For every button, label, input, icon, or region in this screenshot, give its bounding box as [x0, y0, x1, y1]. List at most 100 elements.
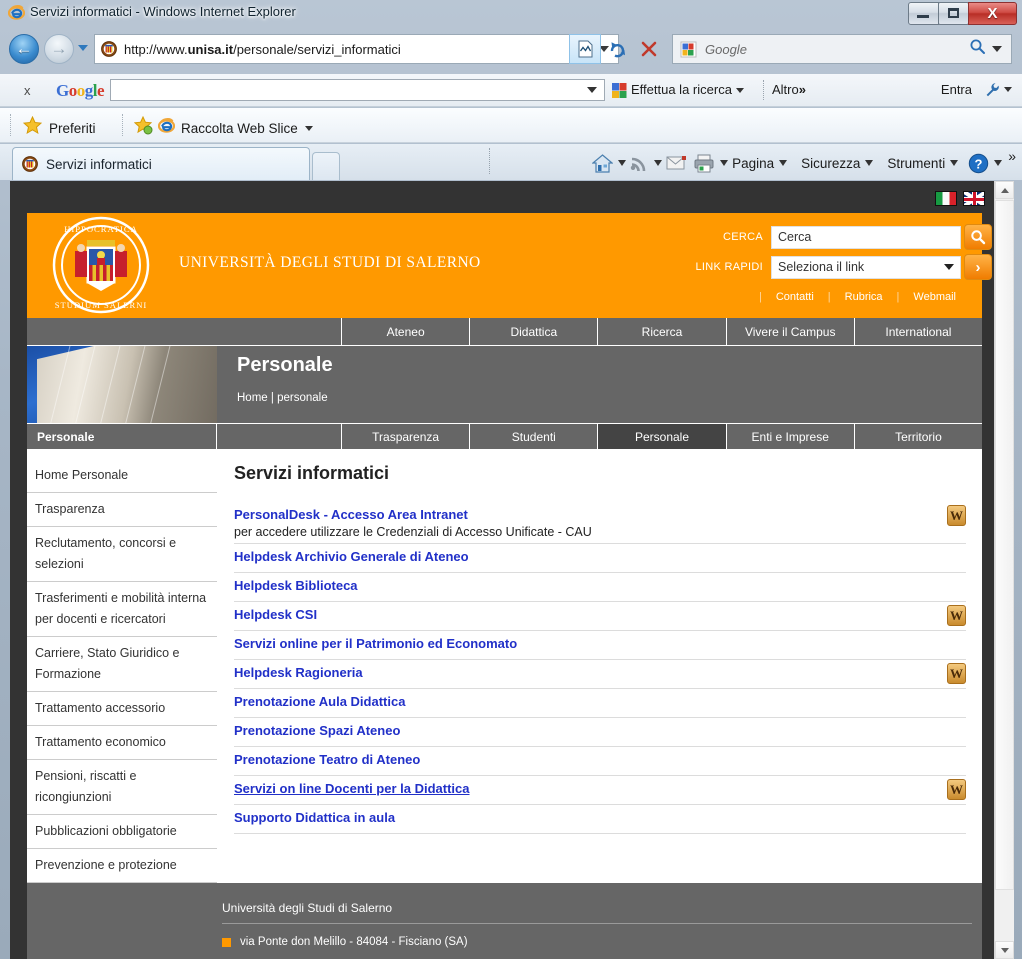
list-item: Prenotazione Aula Didattica: [234, 689, 966, 718]
uk-flag-icon[interactable]: [963, 191, 985, 206]
google-more-button[interactable]: Altro»: [772, 82, 806, 97]
toolbar-separator: [763, 80, 765, 100]
chevron-down-icon[interactable]: [994, 160, 1003, 166]
list-item: Servizi online per il Patrimonio ed Econ…: [234, 631, 966, 660]
minimize-button[interactable]: [908, 2, 939, 25]
scroll-down-button[interactable]: [995, 941, 1014, 959]
page-menu-button[interactable]: Pagina: [732, 156, 788, 171]
toolbar-close-button[interactable]: x: [24, 83, 31, 98]
feeds-button[interactable]: [630, 154, 663, 173]
sidebar-item-pubblicazioni[interactable]: Pubblicazioni obbligatorie: [27, 815, 217, 849]
word-document-icon[interactable]: W: [947, 505, 966, 526]
link-servizi-patrimonio[interactable]: Servizi online per il Patrimonio ed Econ…: [234, 636, 517, 651]
print-button[interactable]: [694, 154, 729, 173]
sidebar-item-home-personale[interactable]: Home Personale: [27, 459, 217, 493]
favorites-button[interactable]: Preferiti: [22, 115, 96, 140]
link-prenotazione-aula[interactable]: Prenotazione Aula Didattica: [234, 694, 405, 709]
sidebar-item-trattamento-economico[interactable]: Trattamento economico: [27, 726, 217, 760]
compatibility-view-button[interactable]: [569, 34, 601, 64]
sidebar-item-reclutamento[interactable]: Reclutamento, concorsi e selezioni: [27, 527, 217, 582]
link-helpdesk-csi[interactable]: Helpdesk CSI: [234, 607, 317, 622]
link-contatti[interactable]: Contatti: [776, 291, 814, 303]
close-button[interactable]: X: [968, 2, 1017, 25]
subnav-tab-studenti[interactable]: Studenti: [470, 424, 599, 449]
window-title: Servizi informatici - Windows Internet E…: [30, 4, 296, 19]
history-dropdown-icon[interactable]: [78, 45, 88, 51]
tools-menu-button[interactable]: Strumenti: [887, 156, 959, 171]
stop-button[interactable]: [633, 34, 665, 64]
nav-international[interactable]: International: [855, 318, 982, 345]
chevron-down-icon[interactable]: [654, 160, 663, 166]
nav-didattica[interactable]: Didattica: [470, 318, 599, 345]
google-search-button[interactable]: Effettua la ricerca: [631, 82, 744, 97]
link-rubrica[interactable]: Rubrica: [845, 291, 883, 303]
chevron-down-icon[interactable]: [720, 160, 729, 166]
google-search-input[interactable]: [110, 79, 605, 101]
help-button[interactable]: ?: [968, 153, 1003, 174]
list-item: Supporto Didattica in aula: [234, 805, 966, 834]
link-helpdesk-ragioneria[interactable]: Helpdesk Ragioneria: [234, 665, 363, 680]
google-signin-button[interactable]: Entra: [941, 82, 972, 97]
quicklinks-go-button[interactable]: ›: [964, 254, 992, 280]
security-menu-button[interactable]: Sicurezza: [801, 156, 874, 171]
scroll-up-button[interactable]: [995, 181, 1014, 199]
chevron-down-icon[interactable]: [618, 160, 627, 166]
back-button[interactable]: ←: [9, 34, 39, 64]
maximize-button[interactable]: [938, 2, 969, 25]
forward-button[interactable]: →: [44, 34, 74, 64]
site-search-input[interactable]: Cerca: [771, 225, 961, 249]
sidebar-item-trasferimenti[interactable]: Trasferimenti e mobilità interna per doc…: [27, 582, 217, 637]
chevron-down-icon: [779, 160, 788, 166]
breadcrumb-home[interactable]: Home: [237, 392, 268, 404]
wrench-icon[interactable]: [985, 82, 1000, 102]
home-button[interactable]: [592, 153, 627, 173]
link-personaldesk[interactable]: PersonalDesk - Accesso Area Intranet: [234, 507, 468, 522]
word-document-icon[interactable]: W: [947, 779, 966, 800]
ie-small-icon: [157, 117, 176, 139]
sidebar-item-prevenzione[interactable]: Prevenzione e protezione: [27, 849, 217, 883]
word-document-icon[interactable]: W: [947, 663, 966, 684]
address-bar[interactable]: http://www.unisa.it/personale/servizi_in…: [94, 34, 619, 64]
sidebar-item-trasparenza[interactable]: Trasparenza: [27, 493, 217, 527]
link-prenotazione-spazi[interactable]: Prenotazione Spazi Ateneo: [234, 723, 400, 738]
search-magnifier-icon[interactable]: [969, 38, 986, 60]
chevron-down-icon[interactable]: [304, 125, 313, 131]
nav-ateneo[interactable]: Ateneo: [342, 318, 471, 345]
nav-ricerca[interactable]: Ricerca: [598, 318, 727, 345]
webslice-gallery-button[interactable]: Raccolta Web Slice: [133, 115, 313, 140]
title-bar: Servizi informatici - Windows Internet E…: [0, 0, 1022, 28]
subnav-tab-trasparenza[interactable]: Trasparenza: [342, 424, 471, 449]
chevron-down-icon: [950, 160, 959, 166]
subnav-tab-enti-e-imprese[interactable]: Enti e Imprese: [727, 424, 855, 449]
google-input-dropdown-icon[interactable]: [587, 87, 597, 93]
word-document-icon[interactable]: W: [947, 605, 966, 626]
subnav-tab-personale[interactable]: Personale: [598, 424, 727, 449]
new-tab-button[interactable]: [312, 152, 340, 180]
favbar-separator: [122, 114, 125, 136]
link-webmail[interactable]: Webmail: [913, 291, 956, 303]
wrench-dropdown-icon[interactable]: [1004, 87, 1012, 92]
subnav-spacer: [217, 424, 342, 449]
command-overflow-button[interactable]: »: [1008, 148, 1016, 164]
subnav-tab-territorio[interactable]: Territorio: [855, 424, 982, 449]
sidebar-item-carriere[interactable]: Carriere, Stato Giuridico e Formazione: [27, 637, 217, 692]
site-search-button[interactable]: [964, 224, 992, 250]
link-helpdesk-biblioteca[interactable]: Helpdesk Biblioteca: [234, 578, 358, 593]
mail-button[interactable]: [666, 155, 687, 172]
browser-tab[interactable]: Servizi informatici: [12, 147, 310, 180]
refresh-button[interactable]: [601, 34, 633, 64]
browser-search-box[interactable]: Google: [672, 34, 1012, 64]
link-prenotazione-teatro[interactable]: Prenotazione Teatro di Ateneo: [234, 752, 420, 767]
link-supporto-didattica[interactable]: Supporto Didattica in aula: [234, 810, 395, 825]
link-servizi-docenti[interactable]: Servizi on line Docenti per la Didattica: [234, 781, 470, 796]
link-helpdesk-archivio[interactable]: Helpdesk Archivio Generale di Ateneo: [234, 549, 469, 564]
scrollbar-thumb[interactable]: [995, 200, 1014, 890]
nav-vivere-il-campus[interactable]: Vivere il Campus: [727, 318, 855, 345]
italian-flag-icon[interactable]: [935, 191, 957, 206]
sidebar-item-trattamento-accessorio[interactable]: Trattamento accessorio: [27, 692, 217, 726]
page-scrollbar[interactable]: [994, 181, 1014, 959]
search-provider-dropdown-icon[interactable]: [992, 46, 1002, 52]
sidebar-item-pensioni[interactable]: Pensioni, riscatti e ricongiunzioni: [27, 760, 217, 815]
list-item: Helpdesk CSI W: [234, 602, 966, 631]
quicklinks-select[interactable]: Seleziona il link: [771, 255, 961, 279]
